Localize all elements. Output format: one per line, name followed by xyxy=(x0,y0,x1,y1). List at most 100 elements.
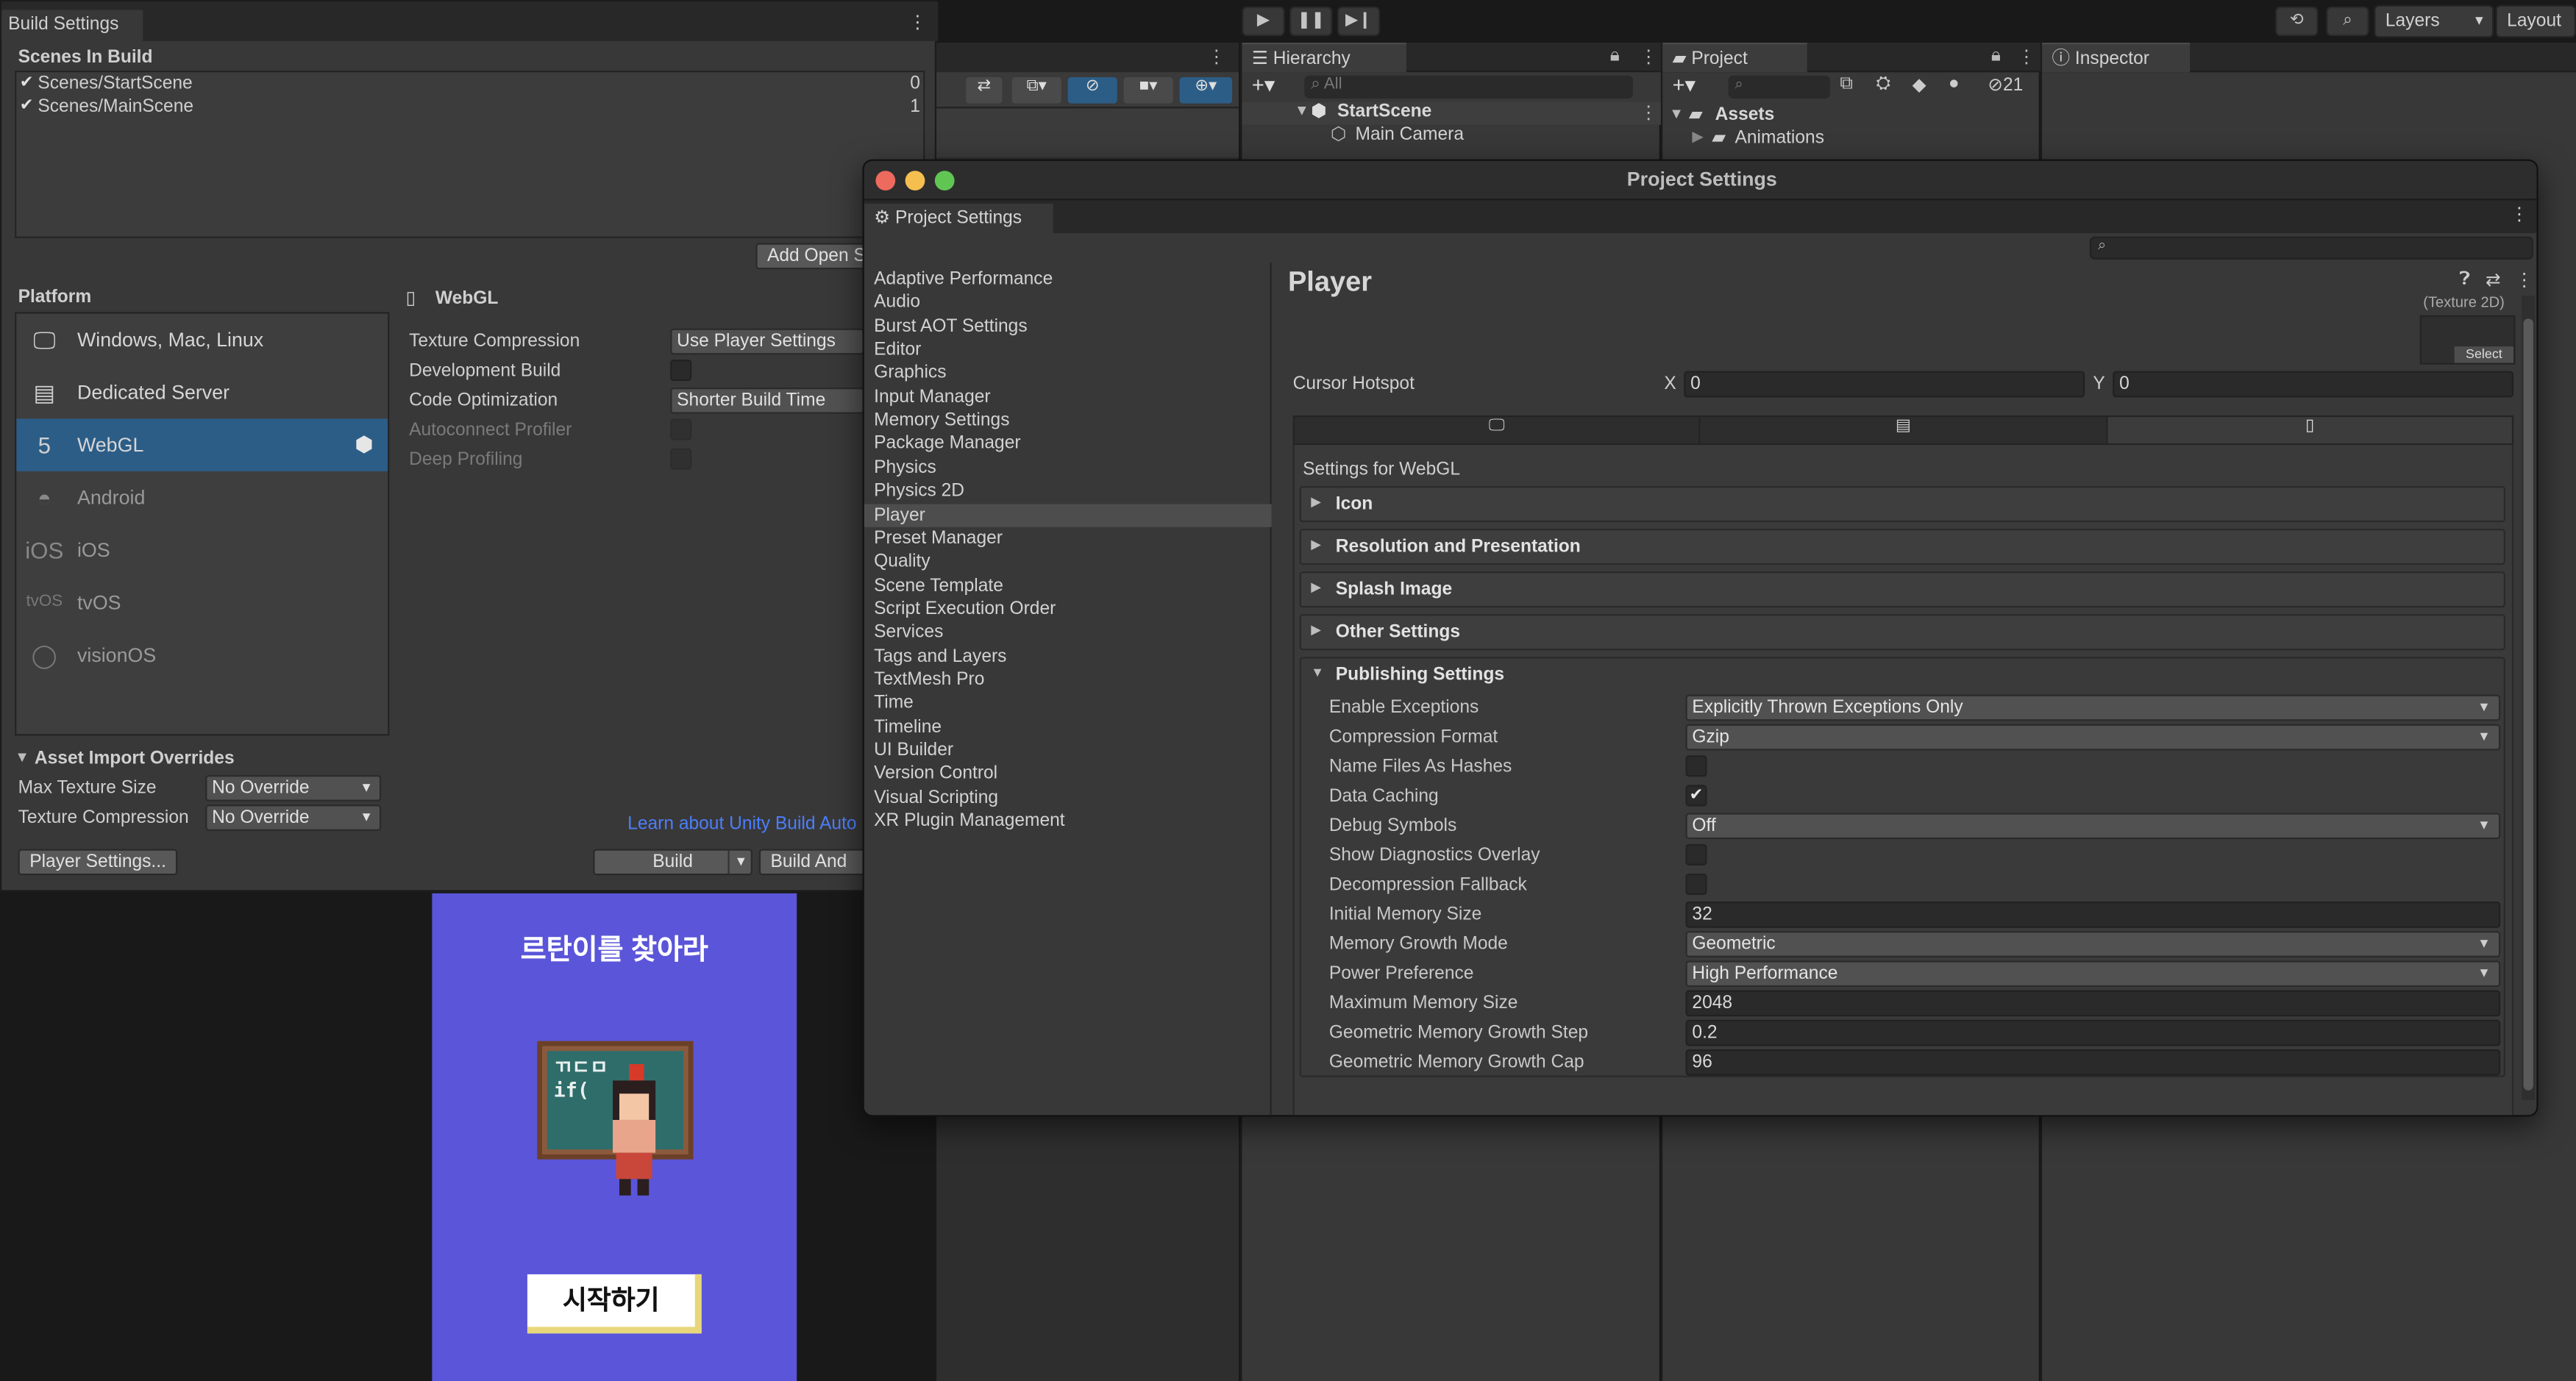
nav-item[interactable]: Audio xyxy=(874,293,920,313)
name-files-as-hashes-checkbox[interactable] xyxy=(1685,755,1707,777)
platform-item-dedicated-server[interactable]: ▤ Dedicated Server xyxy=(16,366,388,418)
play-button[interactable]: ▶ xyxy=(1242,6,1285,37)
more-icon[interactable]: ⋮ xyxy=(2515,269,2533,290)
nav-item[interactable]: Package Manager xyxy=(874,435,1020,454)
more-icon[interactable]: ⋮ xyxy=(908,12,927,33)
build-button[interactable]: Build ▼ xyxy=(593,849,752,876)
platform-item-tvos[interactable]: tvOS tvOS xyxy=(16,577,388,629)
scene-row[interactable]: ▼ ⬢ StartScene ⋮ xyxy=(1242,101,1661,125)
nav-item[interactable]: Graphics xyxy=(874,363,946,383)
nav-item[interactable]: Input Manager xyxy=(874,387,990,407)
platform-item-ios[interactable]: iOS iOS xyxy=(16,524,388,576)
max-texture-size-dropdown[interactable]: No Override ▼ xyxy=(205,775,382,802)
enable-exceptions-dropdown[interactable]: Explicitly Thrown Exceptions Only ▼ xyxy=(1685,694,2501,721)
nav-item[interactable]: Editor xyxy=(874,340,921,360)
cursor-texture-slot[interactable]: Select xyxy=(2419,315,2516,365)
tab-server[interactable]: ▤ xyxy=(1701,417,2108,443)
scrollbar-thumb[interactable] xyxy=(2523,318,2533,1091)
nav-item[interactable]: Tags and Layers xyxy=(874,646,1006,666)
more-icon[interactable]: ⋮ xyxy=(1640,101,1658,124)
section-splash[interactable]: ▶ Splash Image xyxy=(1299,571,2505,608)
deep-profiling-checkbox[interactable] xyxy=(670,448,692,470)
start-button[interactable]: 시작하기 xyxy=(527,1274,702,1334)
geometric-growth-step-field[interactable]: 0.2 xyxy=(1685,1019,2501,1046)
publishing-header[interactable]: Publishing Settings xyxy=(1336,665,1504,685)
cursor-y-field[interactable]: 0 xyxy=(2113,371,2514,398)
nav-item[interactable]: UI Builder xyxy=(874,741,953,760)
maximum-memory-size-field[interactable]: 2048 xyxy=(1685,990,2501,1017)
nav-item[interactable]: Burst AOT Settings xyxy=(874,316,1027,336)
section-resolution[interactable]: ▶ Resolution and Presentation xyxy=(1299,529,2505,565)
nav-item[interactable]: Time xyxy=(874,693,914,713)
preset-icon[interactable]: ⇄ xyxy=(2486,269,2501,290)
cursor-x-field[interactable]: 0 xyxy=(1684,371,2085,398)
history-icon[interactable]: ⟲ xyxy=(2275,6,2319,37)
nav-item[interactable]: Scene Template xyxy=(874,576,1003,596)
caret-down-icon[interactable]: ▼ xyxy=(15,749,29,765)
player-settings-button[interactable]: Player Settings... xyxy=(18,849,178,876)
layers-tool-icon[interactable]: ⧉▾ xyxy=(1011,76,1061,104)
tab-build-settings[interactable]: Build Settings xyxy=(1,10,143,41)
show-diagnostics-overlay-checkbox[interactable] xyxy=(1685,843,1707,866)
nav-item[interactable]: Memory Settings xyxy=(874,410,1009,430)
tab-project[interactable]: ▰ Project xyxy=(1662,43,1807,73)
platform-item-android[interactable]: ◓ Android xyxy=(16,471,388,524)
compression-format-dropdown[interactable]: Gzip ▼ xyxy=(1685,724,2501,751)
settings-search-input[interactable]: ⌕ xyxy=(2089,236,2533,260)
camera-icon[interactable]: ■▾ xyxy=(1123,76,1173,104)
gizmos-icon[interactable]: ⊕▾ xyxy=(1179,76,1233,104)
section-icon[interactable]: ▶ Icon xyxy=(1299,485,2505,523)
2d-toggle-icon[interactable]: ⇄ xyxy=(966,76,1003,104)
more-icon[interactable]: ⋮ xyxy=(2511,204,2529,225)
scrollbar[interactable] xyxy=(2522,295,2536,1101)
filter-icon[interactable]: ⛭ xyxy=(1876,74,1891,95)
nav-item[interactable]: Services xyxy=(874,623,943,643)
nav-item[interactable]: Version Control xyxy=(874,764,997,784)
autoconnect-profiler-checkbox[interactable] xyxy=(670,418,692,440)
more-icon[interactable]: ⋮ xyxy=(1208,46,1226,68)
search-icon[interactable]: ⌕ xyxy=(2326,6,2369,37)
select-button[interactable]: Select xyxy=(2454,346,2514,363)
data-caching-checkbox[interactable]: ✔ xyxy=(1685,785,1707,807)
checkmark-icon[interactable]: ✔ xyxy=(20,97,36,115)
hierarchy-search-input[interactable]: ⌕ All xyxy=(1304,75,1633,99)
memory-growth-mode-dropdown[interactable]: Geometric ▼ xyxy=(1685,931,2501,957)
debug-symbols-dropdown[interactable]: Off ▼ xyxy=(1685,813,2501,840)
nav-item[interactable]: Physics 2D xyxy=(874,482,964,502)
nav-item[interactable]: Player xyxy=(874,505,925,525)
lock-icon[interactable]: 🔒︎ xyxy=(1610,46,1620,68)
list-item[interactable]: ✔ Scenes/StartScene 0 xyxy=(16,74,923,96)
tab-inspector[interactable]: ⓘ Inspector xyxy=(2042,43,2191,73)
tab-webgl[interactable]: ▯ xyxy=(2107,417,2512,443)
lock-icon[interactable]: 🔒︎ xyxy=(1991,46,2001,68)
warning-icon[interactable]: ● xyxy=(1949,74,1960,93)
more-icon[interactable]: ⋮ xyxy=(2018,46,2036,68)
add-icon[interactable]: +▾ xyxy=(1673,72,1696,99)
pause-button[interactable]: ❚❚ xyxy=(1289,6,1333,37)
platform-item-webgl[interactable]: 5 WebGL ⬢ xyxy=(16,418,388,471)
project-search-input[interactable]: ⌕ xyxy=(1728,75,1831,99)
nav-item[interactable]: Timeline xyxy=(874,717,942,737)
tab-hierarchy[interactable]: ☰ Hierarchy xyxy=(1242,43,1406,73)
nav-item[interactable]: Quality xyxy=(874,552,930,572)
layers-dropdown[interactable]: Layers ▼ xyxy=(2374,4,2494,38)
development-build-checkbox[interactable] xyxy=(670,360,692,382)
section-other[interactable]: ▶ Other Settings xyxy=(1299,614,2505,651)
geometric-growth-cap-field[interactable]: 96 xyxy=(1685,1049,2501,1076)
label-icon[interactable]: ◆ xyxy=(1913,74,1926,96)
search-type-icon[interactable]: ⧉ xyxy=(1840,74,1853,95)
power-preference-dropdown[interactable]: High Performance ▼ xyxy=(1685,960,2501,988)
list-item[interactable]: ✔ Scenes/MainScene 1 xyxy=(16,97,923,120)
hidden-packages-icon[interactable]: ⊘21 xyxy=(1988,74,2023,96)
help-icon[interactable]: ❓︎ xyxy=(2459,269,2470,290)
nav-item[interactable]: Adaptive Performance xyxy=(874,269,1053,289)
nav-item[interactable]: Script Execution Order xyxy=(874,599,1056,619)
learn-build-automation-link[interactable]: Learn about Unity Build Auto xyxy=(627,815,856,835)
add-icon[interactable]: +▾ xyxy=(1252,72,1275,99)
initial-memory-size-field[interactable]: 32 xyxy=(1685,901,2501,928)
nav-item[interactable]: Physics xyxy=(874,458,936,478)
platform-item-standalone[interactable]: 🖵︎ Windows, Mac, Linux xyxy=(16,314,388,366)
chevron-down-icon[interactable]: ▼ xyxy=(727,850,747,874)
nav-item[interactable]: Preset Manager xyxy=(874,529,1003,549)
step-button[interactable]: ▶❙ xyxy=(1337,6,1381,37)
